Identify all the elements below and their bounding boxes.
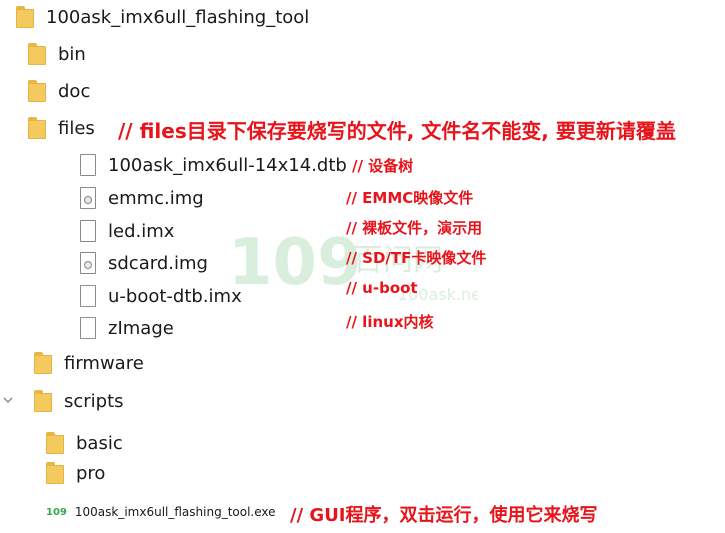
file-label: emmc.img bbox=[108, 187, 204, 209]
tree-item-files[interactable]: files bbox=[28, 117, 95, 139]
tree-item-basic[interactable]: basic bbox=[46, 432, 123, 454]
root-folder-label: 100ask_imx6ull_flashing_tool bbox=[46, 6, 310, 28]
tree-item-firmware[interactable]: firmware bbox=[34, 352, 144, 374]
file-icon bbox=[80, 317, 96, 339]
tree-item-exe[interactable]: 109 100ask_imx6ull_flashing_tool.exe bbox=[46, 505, 276, 519]
scripts-label: scripts bbox=[64, 390, 124, 412]
file-label: 100ask_imx6ull-14x14.dtb bbox=[108, 154, 347, 176]
folder-icon bbox=[46, 462, 64, 484]
exe-label: 100ask_imx6ull_flashing_tool.exe bbox=[74, 505, 276, 519]
file-item-sdcard[interactable]: sdcard.img bbox=[80, 252, 208, 274]
folder-icon bbox=[28, 43, 46, 65]
disk-image-icon bbox=[80, 187, 96, 209]
folder-icon bbox=[28, 80, 46, 102]
tree-item-doc[interactable]: doc bbox=[28, 80, 90, 102]
firmware-label: firmware bbox=[64, 352, 144, 374]
tree-item-pro[interactable]: pro bbox=[46, 462, 105, 484]
file-item-zimage[interactable]: zImage bbox=[80, 317, 174, 339]
led-annotation: // 裸板文件，演示用 bbox=[346, 219, 483, 237]
file-item-emmc[interactable]: emmc.img bbox=[80, 187, 204, 209]
chevron-down-icon[interactable] bbox=[2, 394, 14, 406]
file-label: led.imx bbox=[108, 220, 175, 242]
app-icon: 109 bbox=[46, 506, 67, 518]
files-annotation: // files目录下保存要烧写的文件, 文件名不能变, 要更新请覆盖 bbox=[118, 119, 676, 143]
pro-label: pro bbox=[76, 462, 106, 484]
zimage-annotation: // linux内核 bbox=[346, 313, 434, 331]
emmc-annotation: // EMMC映像文件 bbox=[346, 189, 474, 207]
file-icon bbox=[80, 285, 96, 307]
dtb-annotation: // 设备树 bbox=[352, 157, 414, 175]
tree-item-root[interactable]: 100ask_imx6ull_flashing_tool bbox=[16, 6, 309, 28]
file-label: sdcard.img bbox=[108, 252, 208, 274]
file-item-dtb[interactable]: 100ask_imx6ull-14x14.dtb bbox=[80, 154, 347, 176]
bin-label: bin bbox=[58, 43, 86, 65]
folder-icon bbox=[34, 352, 52, 374]
doc-label: doc bbox=[58, 80, 91, 102]
file-icon bbox=[80, 154, 96, 176]
tree-item-bin[interactable]: bin bbox=[28, 43, 86, 65]
files-label: files bbox=[58, 117, 95, 139]
exe-annotation: // GUI程序，双击运行，使用它来烧写 bbox=[290, 505, 598, 526]
folder-icon bbox=[16, 6, 34, 28]
sdcard-annotation: // SD/TF卡映像文件 bbox=[346, 249, 487, 267]
folder-icon bbox=[34, 390, 52, 412]
basic-label: basic bbox=[76, 432, 123, 454]
file-icon bbox=[80, 220, 96, 242]
file-label: zImage bbox=[108, 317, 174, 339]
folder-icon bbox=[46, 432, 64, 454]
folder-icon bbox=[28, 117, 46, 139]
file-item-uboot[interactable]: u-boot-dtb.imx bbox=[80, 285, 242, 307]
file-item-led[interactable]: led.imx bbox=[80, 220, 174, 242]
uboot-annotation: // u-boot bbox=[346, 279, 418, 297]
disk-image-icon bbox=[80, 252, 96, 274]
tree-item-scripts[interactable]: scripts bbox=[34, 390, 124, 412]
svg-text:109: 109 bbox=[228, 226, 362, 300]
file-label: u-boot-dtb.imx bbox=[108, 285, 242, 307]
